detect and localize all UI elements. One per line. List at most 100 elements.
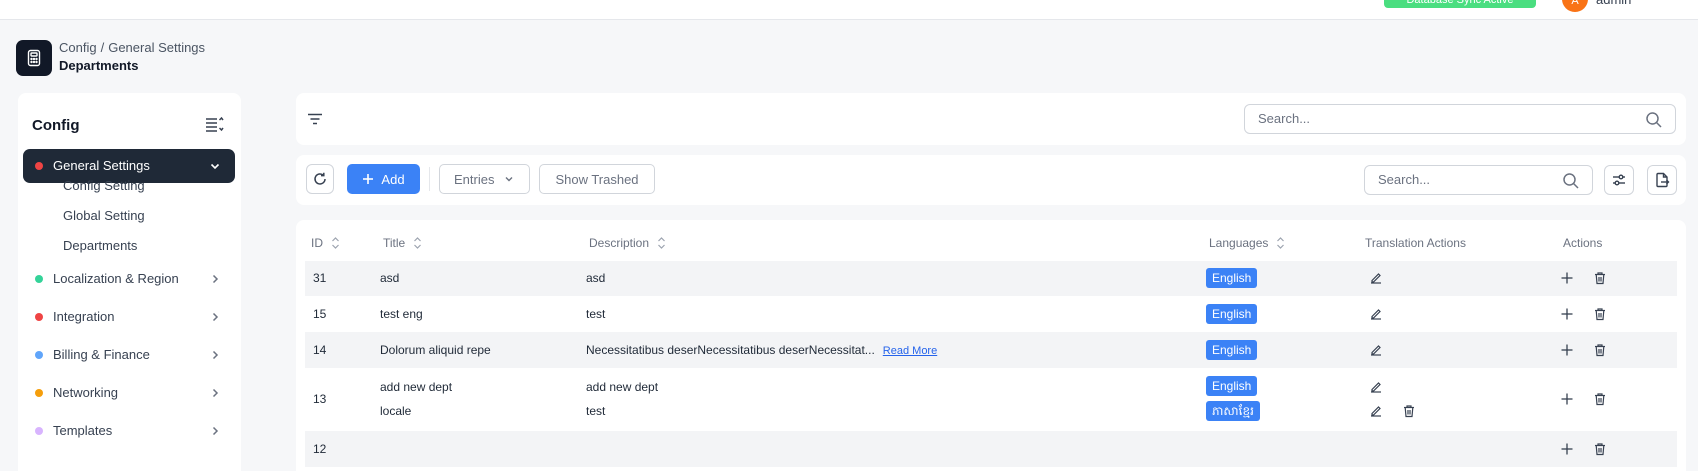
status-dot [35,351,43,359]
data-table: ID Title Description Languages Translati… [296,220,1686,471]
language-badge: English [1206,340,1258,360]
column-header-label: Description [589,236,650,250]
refresh-icon [314,172,326,185]
column-header-label: Title [383,236,406,250]
cell-id: 31 [313,271,327,285]
edit-icon[interactable] [1369,343,1383,357]
sort-icon [332,237,339,249]
column-header-translation-actions: Translation Actions [1365,236,1466,250]
table-search [1364,165,1593,195]
status-dot [35,275,43,283]
column-header-label: Actions [1563,236,1603,250]
top-bar: Database Sync Active A admin [0,0,1698,20]
language-badge: English [1206,268,1258,288]
trash-icon[interactable] [1593,343,1607,357]
cell-id: 14 [313,343,327,357]
cell-id: 13 [313,392,327,406]
plus-icon[interactable] [1560,307,1574,321]
column-header-label: Translation Actions [1365,236,1466,250]
sidebar-subitem-departments[interactable]: Departments [63,238,137,253]
export-button[interactable] [1647,165,1677,195]
status-dot [35,389,43,397]
language-badge: English [1206,304,1258,324]
sidebar-item-templates[interactable]: Templates [23,416,235,446]
breadcrumb-item-general-settings[interactable]: General Settings [108,40,205,55]
table-row: 12 [305,431,1677,467]
trash-icon[interactable] [1593,392,1607,406]
sidebar-title: Config [32,117,80,134]
status-badge: Database Sync Active [1384,0,1536,8]
plus-icon[interactable] [1560,442,1574,456]
avatar[interactable]: A [1562,0,1588,12]
column-header-actions: Actions [1563,236,1602,250]
trash-icon[interactable] [1402,404,1416,418]
plus-icon[interactable] [1560,392,1574,406]
entries-dropdown[interactable]: Entries [439,164,530,194]
add-button[interactable]: Add [347,164,420,194]
edit-icon[interactable] [1369,380,1383,394]
file-export-icon [1656,172,1670,188]
trash-icon[interactable] [1593,271,1607,285]
column-header-label: ID [311,236,323,250]
edit-icon[interactable] [1369,404,1383,418]
global-search [1244,104,1676,134]
refresh-button[interactable] [306,164,334,194]
sidebar-item-integration[interactable]: Integration [23,302,235,332]
plus-icon [363,174,374,184]
cell-title: add new dept [380,380,453,394]
column-header-label: Languages [1209,236,1269,250]
cell-description: asd [586,271,606,285]
entries-label: Entries [454,171,495,187]
trash-icon[interactable] [1593,307,1607,321]
chevron-down-icon [505,177,513,182]
status-dot [35,313,43,321]
sidebar-subitem-global-setting[interactable]: Global Setting [63,208,145,223]
cell-description: Necessitatibus deserNecessitatibus deser… [586,343,937,357]
read-more-link[interactable]: Read More [883,345,937,357]
chevron-right-icon [212,274,219,284]
sliders-icon [1613,174,1625,186]
search-icon[interactable] [1562,172,1580,190]
sort-icon [1277,237,1285,249]
table-search-input[interactable] [1378,172,1560,187]
show-trashed-button[interactable]: Show Trashed [539,164,655,194]
sort-icon [658,237,665,249]
status-dot [35,162,43,170]
user-name[interactable]: admin [1596,0,1631,7]
plus-icon[interactable] [1560,343,1574,357]
chevron-right-icon [212,426,219,436]
sidebar-item-label: Billing & Finance [53,347,150,362]
column-header-title[interactable]: Title [383,236,422,250]
sidebar-item-label: Localization & Region [53,271,179,286]
column-settings-button[interactable] [1604,165,1634,195]
chevron-right-icon [212,388,219,398]
filter-panel [296,93,1686,145]
toolbar: Add Entries Show Trashed [296,155,1686,205]
sidebar-item-localization[interactable]: Localization & Region [23,264,235,294]
language-badge: English [1206,376,1258,396]
sidebar-item-label: Networking [53,385,119,400]
cell-title: Dolorum aliquid repe [380,343,491,357]
sidebar-item-label: General Settings [53,158,150,173]
column-header-id[interactable]: ID [311,236,340,250]
table-row: 15 test eng test English [305,297,1677,331]
sidebar-item-networking[interactable]: Networking [23,378,235,408]
filter-icon[interactable] [306,110,324,128]
search-icon[interactable] [1645,111,1663,129]
edit-icon[interactable] [1369,307,1383,321]
cell-id: 15 [313,307,327,321]
column-header-description[interactable]: Description [589,236,666,250]
edit-icon[interactable] [1369,271,1383,285]
collapse-menu-icon[interactable] [204,115,224,133]
column-header-languages[interactable]: Languages [1209,236,1285,250]
description-text: Necessitatibus deserNecessitatibus deser… [586,343,875,357]
plus-icon[interactable] [1560,271,1574,285]
global-search-input[interactable] [1258,111,1602,126]
trash-icon[interactable] [1593,442,1607,456]
cell-description: add new dept [586,380,659,394]
sidebar-subitem-config-setting[interactable]: Config Setting [63,178,145,193]
sidebar: Config General Settings Config Setting G… [18,93,241,471]
breadcrumb-item-config[interactable]: Config [59,40,97,55]
sidebar-item-billing-finance[interactable]: Billing & Finance [23,340,235,370]
table-row: 14 Dolorum aliquid repe Necessitatibus d… [305,332,1677,368]
